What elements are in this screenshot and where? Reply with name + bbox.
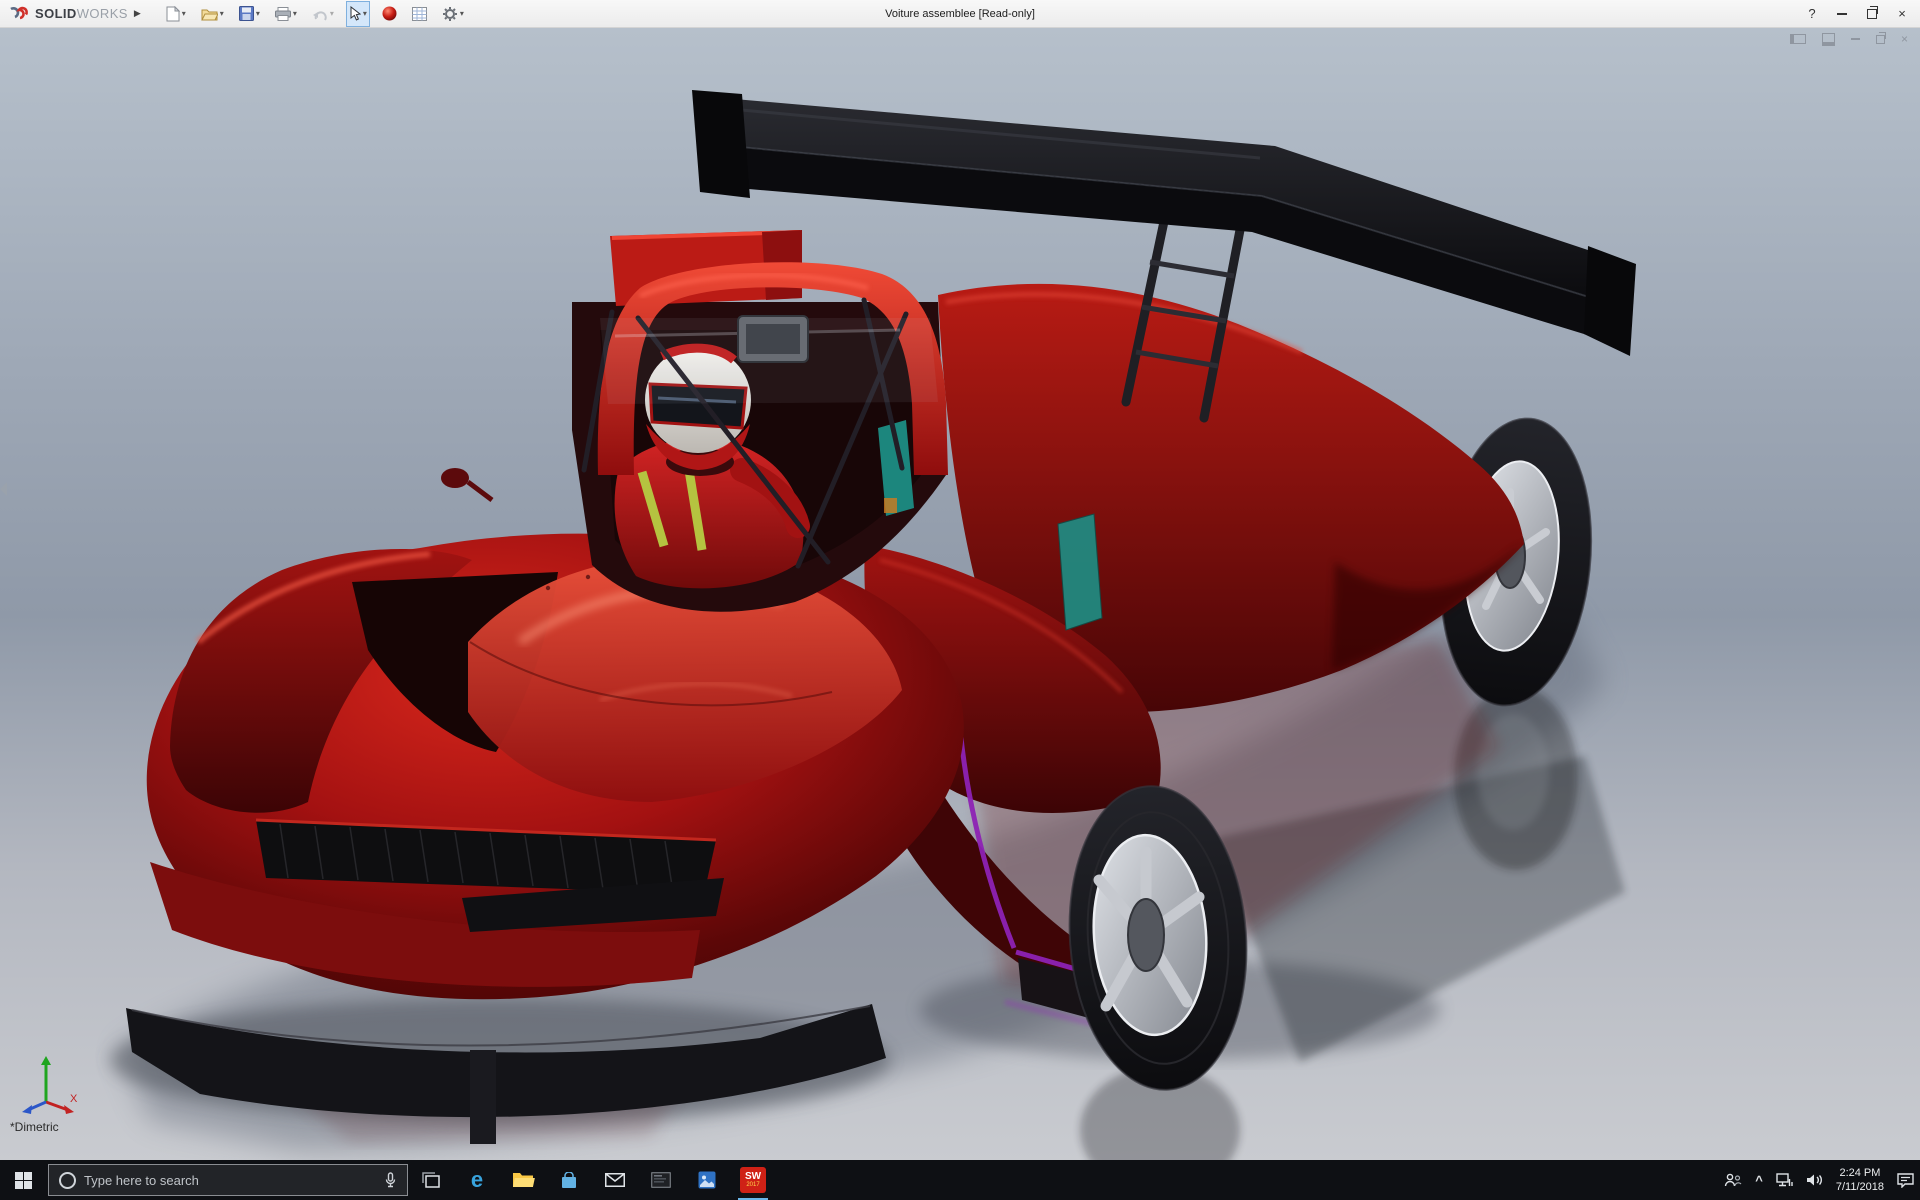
search-input[interactable]: Type here to search xyxy=(48,1164,408,1196)
speaker-icon xyxy=(1806,1173,1823,1187)
taskbar-edge-button[interactable]: e xyxy=(454,1160,500,1200)
cortana-icon xyxy=(59,1172,76,1189)
select-cursor-icon xyxy=(349,6,361,21)
save-icon xyxy=(239,6,254,21)
pane-left-icon xyxy=(1790,34,1806,44)
start-button[interactable] xyxy=(0,1160,46,1200)
minimize-icon xyxy=(1837,13,1847,15)
screen: SOLIDWORKS ▶ ▾ ▾ ▾ xyxy=(0,0,1920,1200)
dropdown-caret: ▾ xyxy=(182,10,186,18)
windows-taskbar: Type here to search e xyxy=(0,1160,1920,1200)
triad-x-label: X xyxy=(70,1093,78,1105)
document-restore-button[interactable] xyxy=(1876,35,1885,44)
pane-bottom-button[interactable] xyxy=(1822,33,1835,46)
document-close-button[interactable]: × xyxy=(1901,32,1908,46)
select-tool-button[interactable]: ▾ xyxy=(346,1,370,27)
network-icon xyxy=(1776,1173,1793,1187)
undo-button[interactable]: ▾ xyxy=(309,1,337,27)
document-minimize-button[interactable] xyxy=(1851,38,1860,40)
design-table-button[interactable] xyxy=(409,1,430,27)
system-tray: ^ 2:24 PM 7/11/2018 xyxy=(1724,1160,1920,1200)
undo-icon xyxy=(312,7,328,21)
solidworks-app-icon: SW 2017 xyxy=(740,1167,766,1193)
close-button[interactable]: × xyxy=(1896,6,1908,21)
window-controls: ? × xyxy=(1806,6,1920,21)
taskbar-solidworks-button[interactable]: SW 2017 xyxy=(730,1160,776,1200)
print-button[interactable]: ▾ xyxy=(272,1,300,27)
task-view-button[interactable] xyxy=(408,1160,454,1200)
featuremanager-collapse-arrow[interactable] xyxy=(0,482,7,496)
taskbar-clock[interactable]: 2:24 PM 7/11/2018 xyxy=(1836,1166,1884,1194)
windows-logo-icon xyxy=(15,1172,32,1189)
app-titlebar: SOLIDWORKS ▶ ▾ ▾ ▾ xyxy=(0,0,1920,28)
taskbar-app-dark-window-button[interactable] xyxy=(638,1160,684,1200)
action-center-icon xyxy=(1897,1173,1914,1188)
dropdown-caret: ▾ xyxy=(256,10,260,18)
dropdown-caret: ▾ xyxy=(460,10,464,18)
dropdown-caret: ▾ xyxy=(363,10,367,18)
dropdown-caret: ▾ xyxy=(330,10,334,18)
dark-window-icon xyxy=(651,1172,671,1188)
search-placeholder: Type here to search xyxy=(84,1173,376,1188)
3ds-logo-icon xyxy=(8,6,32,21)
minimize-icon xyxy=(1851,38,1860,40)
new-document-button[interactable]: ▾ xyxy=(163,1,189,27)
appearance-ball-icon xyxy=(382,6,397,21)
people-button[interactable] xyxy=(1724,1173,1742,1187)
mail-envelope-icon xyxy=(605,1173,625,1187)
taskbar-mail-button[interactable] xyxy=(592,1160,638,1200)
clock-date: 7/11/2018 xyxy=(1836,1180,1884,1194)
solidworks-logo: SOLIDWORKS xyxy=(0,6,128,21)
task-view-icon xyxy=(421,1171,441,1189)
gear-icon xyxy=(442,6,458,22)
quick-access-toolbar: ▾ ▾ ▾ ▾ xyxy=(163,1,467,27)
3d-scene[interactable] xyxy=(0,27,1920,1160)
store-bag-icon xyxy=(560,1172,578,1189)
restore-icon xyxy=(1867,9,1877,19)
new-document-icon xyxy=(166,6,180,22)
open-document-button[interactable]: ▾ xyxy=(198,1,227,27)
appearance-button[interactable] xyxy=(379,1,400,27)
clock-time: 2:24 PM xyxy=(1839,1166,1880,1180)
solidworks-wordmark: SOLIDWORKS xyxy=(35,6,128,21)
tray-overflow-chevron[interactable]: ^ xyxy=(1755,1173,1763,1188)
maximize-button[interactable] xyxy=(1866,9,1878,19)
taskbar-app-photos-button[interactable] xyxy=(684,1160,730,1200)
save-button[interactable]: ▾ xyxy=(236,1,263,27)
edge-icon: e xyxy=(471,1169,483,1191)
options-button[interactable]: ▾ xyxy=(439,1,467,27)
open-folder-icon xyxy=(201,7,218,21)
view-orientation-label: *Dimetric xyxy=(10,1120,59,1134)
window-title: Voiture assemblee [Read-only] xyxy=(885,8,1035,20)
orientation-triad: X xyxy=(10,1052,84,1116)
taskbar-store-button[interactable] xyxy=(546,1160,592,1200)
graphics-viewport[interactable]: × X *Dimetric xyxy=(0,27,1920,1160)
pane-bottom-icon xyxy=(1822,33,1835,46)
file-explorer-icon xyxy=(513,1173,533,1187)
action-center-button[interactable] xyxy=(1897,1173,1914,1188)
photos-icon xyxy=(698,1171,716,1189)
people-icon xyxy=(1724,1173,1742,1187)
teal-door-slot xyxy=(1058,514,1102,630)
document-window-controls: × xyxy=(1790,32,1908,46)
network-button[interactable] xyxy=(1776,1173,1793,1187)
print-icon xyxy=(275,7,291,21)
help-button[interactable]: ? xyxy=(1806,6,1818,21)
volume-button[interactable] xyxy=(1806,1173,1823,1187)
minimize-button[interactable] xyxy=(1836,13,1848,15)
pane-left-button[interactable] xyxy=(1790,34,1806,44)
restore-icon xyxy=(1876,35,1885,44)
dropdown-caret: ▾ xyxy=(293,10,297,18)
taskbar-file-explorer-button[interactable] xyxy=(500,1160,546,1200)
table-icon xyxy=(412,7,427,21)
dropdown-caret: ▾ xyxy=(220,10,224,18)
menu-flyout-arrow[interactable]: ▶ xyxy=(134,8,141,19)
microphone-icon[interactable] xyxy=(384,1172,397,1189)
mirror-box[interactable] xyxy=(738,316,808,362)
